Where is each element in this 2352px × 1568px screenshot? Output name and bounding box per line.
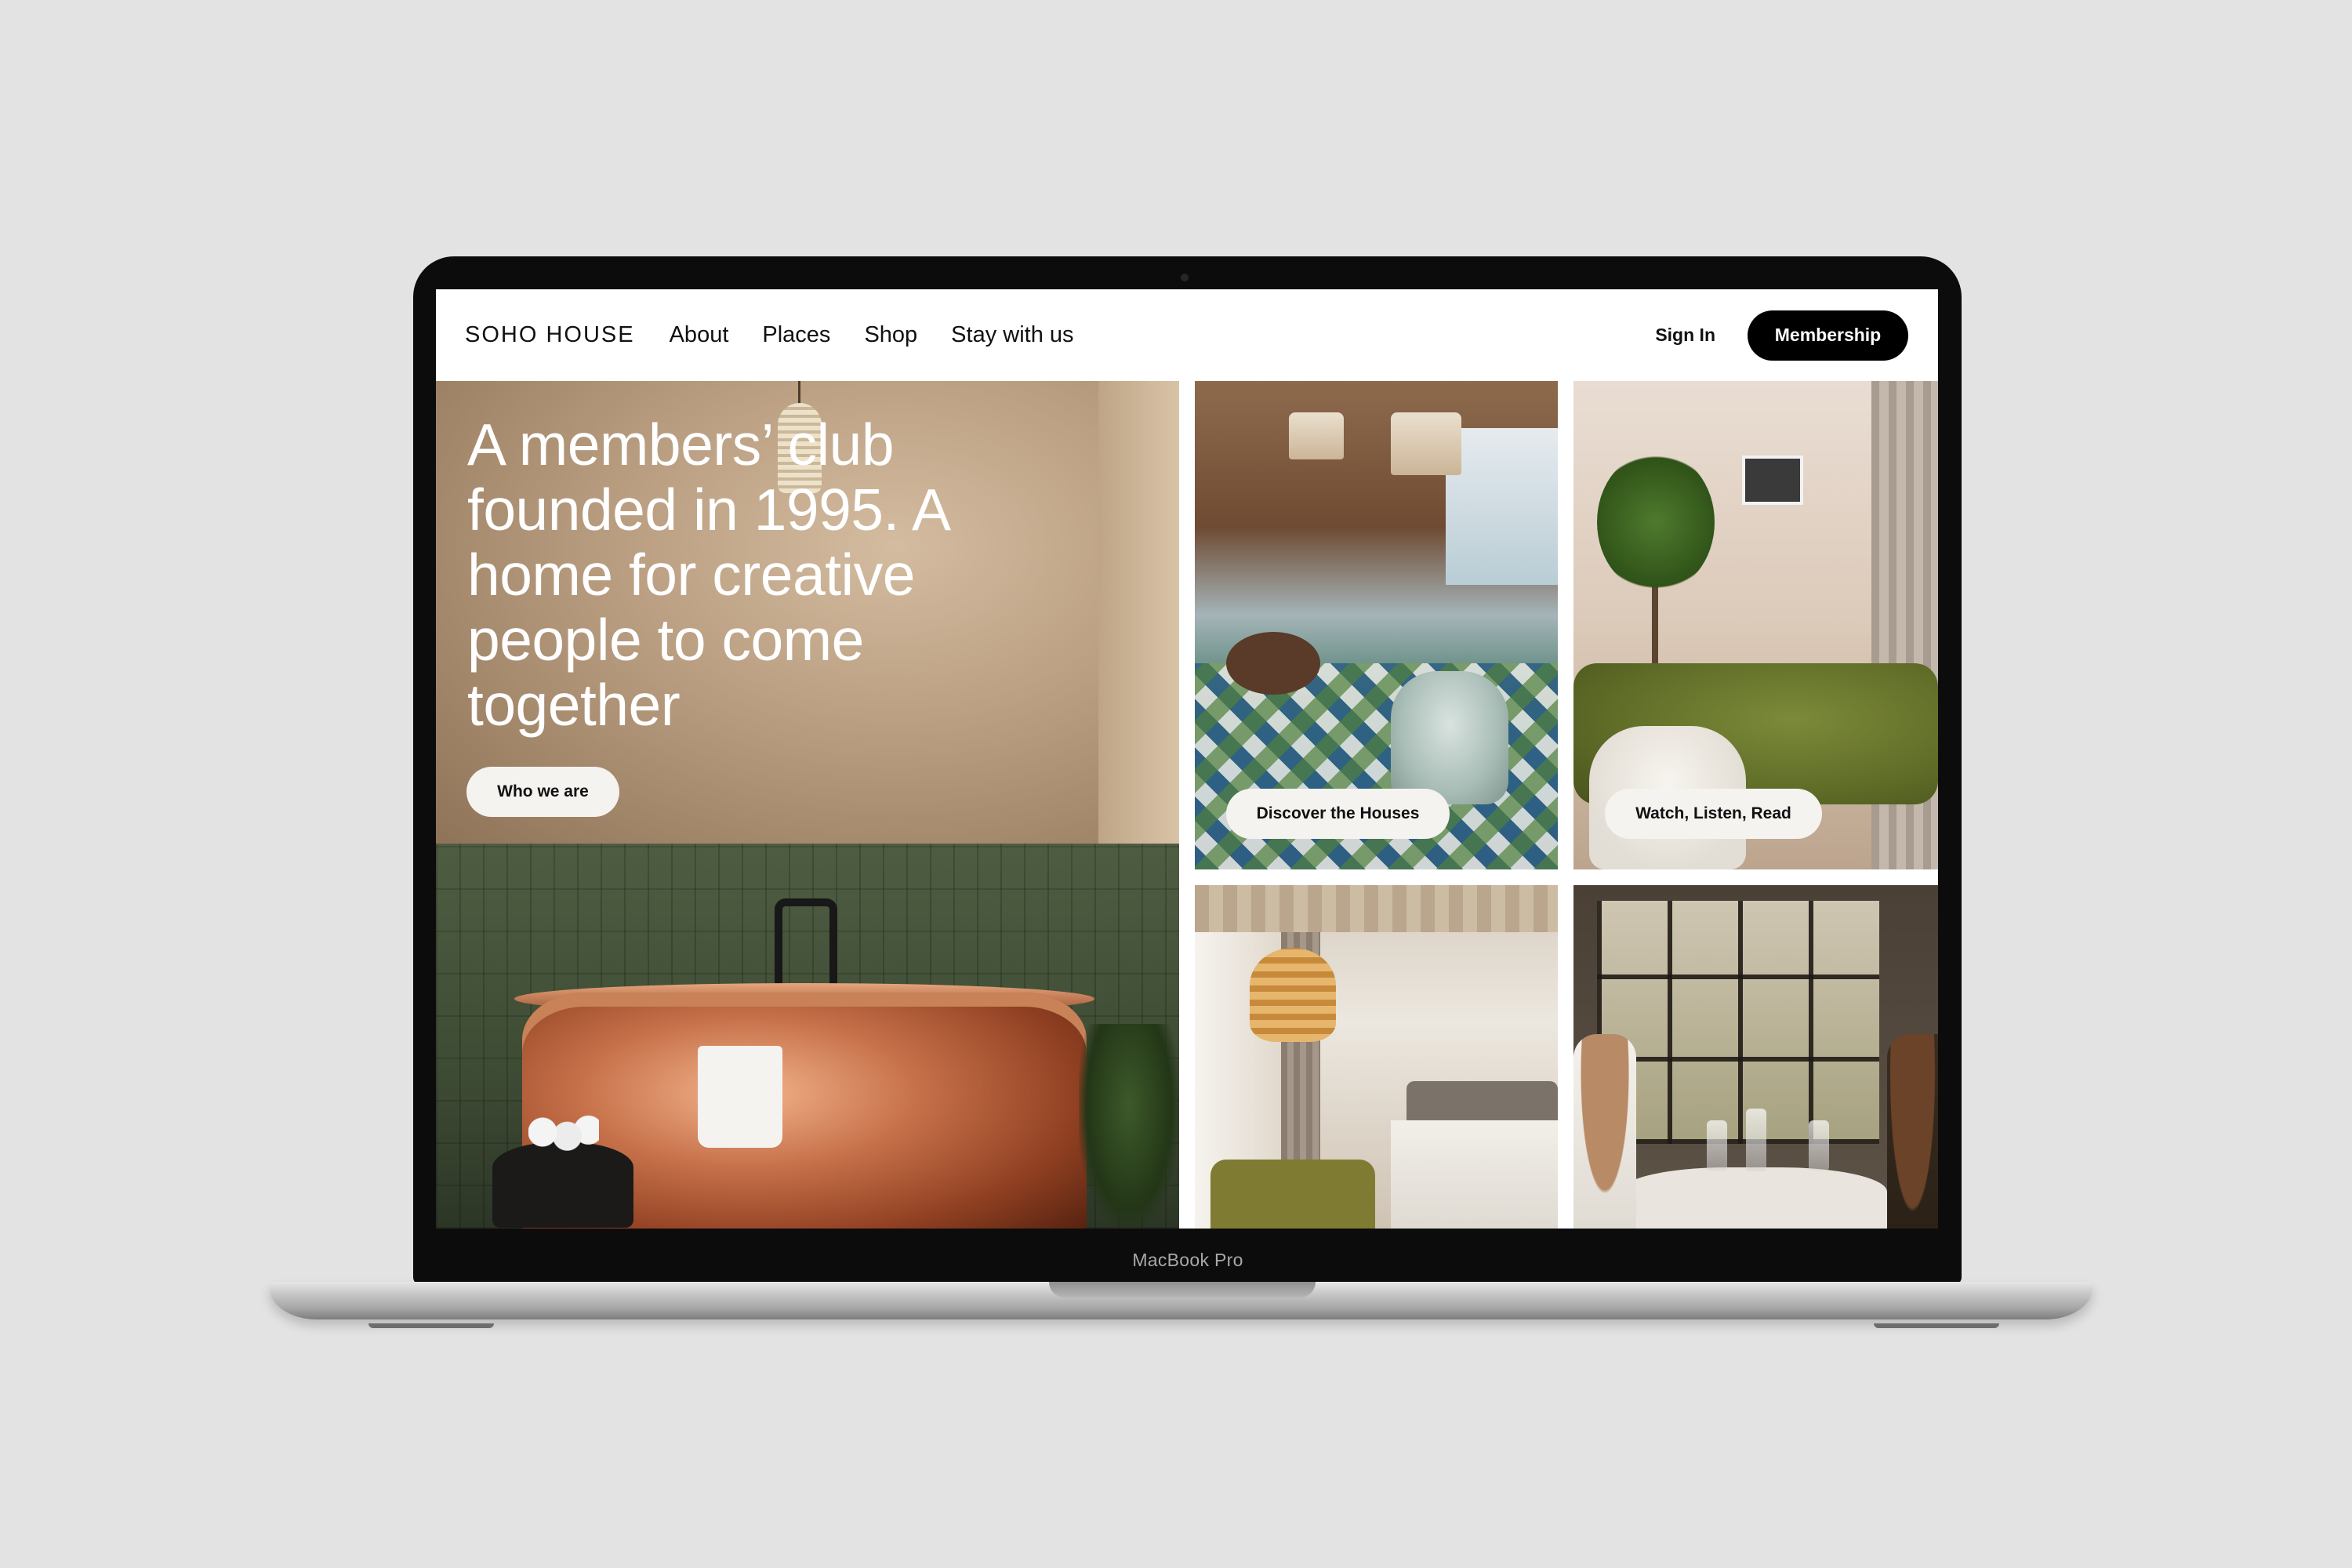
top-nav: SOHO HOUSE About Places Shop Stay with u…	[436, 289, 1938, 381]
nav-links: About Places Shop Stay with us	[670, 322, 1074, 348]
nav-link-stay[interactable]: Stay with us	[951, 322, 1073, 348]
bed	[1391, 1120, 1558, 1229]
hero-heading: A members’ club founded in 1995. A home …	[467, 412, 948, 738]
website-screen: SOHO HOUSE About Places Shop Stay with u…	[436, 289, 1938, 1229]
rolled-towels	[528, 1112, 599, 1152]
sign-in-link[interactable]: Sign In	[1655, 325, 1715, 346]
watch-listen-read-button[interactable]: Watch, Listen, Read	[1605, 789, 1822, 839]
potted-tree	[1597, 452, 1715, 593]
wall-art	[1742, 456, 1803, 505]
glass	[1809, 1120, 1829, 1171]
hero-section: A members’ club founded in 1995. A home …	[436, 381, 1179, 1229]
tile-discover-houses[interactable]: Discover the Houses	[1195, 381, 1558, 869]
dining-table	[1226, 632, 1320, 695]
chandelier	[1250, 948, 1336, 1042]
carafe	[1746, 1109, 1766, 1171]
nav-actions: Sign In Membership	[1655, 310, 1908, 361]
device-label: MacBook Pro	[1132, 1250, 1243, 1270]
who-we-are-button[interactable]: Who we are	[466, 767, 619, 817]
nav-link-places[interactable]: Places	[762, 322, 830, 348]
glass	[1707, 1120, 1727, 1171]
tile-bedroom[interactable]	[1195, 885, 1558, 1229]
hero-image-alcove	[1098, 381, 1179, 851]
pendant-lamp	[1391, 412, 1461, 475]
towel	[698, 1046, 782, 1148]
wood-ceiling	[1195, 885, 1558, 932]
tile-watch-listen-read[interactable]: Watch, Listen, Read	[1573, 381, 1938, 869]
membership-button[interactable]: Membership	[1748, 310, 1908, 361]
nav-link-shop[interactable]: Shop	[864, 322, 917, 348]
camera-icon	[1181, 274, 1189, 281]
armchair	[1391, 671, 1508, 804]
discover-houses-button[interactable]: Discover the Houses	[1226, 789, 1450, 839]
laptop-notch	[1049, 1282, 1316, 1298]
table	[1621, 1167, 1887, 1229]
tile-dining[interactable]	[1573, 885, 1938, 1229]
plant	[1079, 1024, 1179, 1229]
pendant-lamp	[1289, 412, 1344, 459]
laptop-foot	[368, 1323, 494, 1328]
person	[1887, 1034, 1938, 1229]
side-stool	[492, 1142, 633, 1228]
window	[1446, 428, 1558, 585]
nav-link-about[interactable]: About	[670, 322, 729, 348]
person	[1573, 1034, 1636, 1229]
laptop-foot	[1874, 1323, 1999, 1328]
window	[1597, 901, 1879, 1144]
sofa	[1210, 1160, 1375, 1229]
lamp-cord	[798, 381, 800, 405]
site-logo[interactable]: SOHO HOUSE	[465, 322, 635, 348]
